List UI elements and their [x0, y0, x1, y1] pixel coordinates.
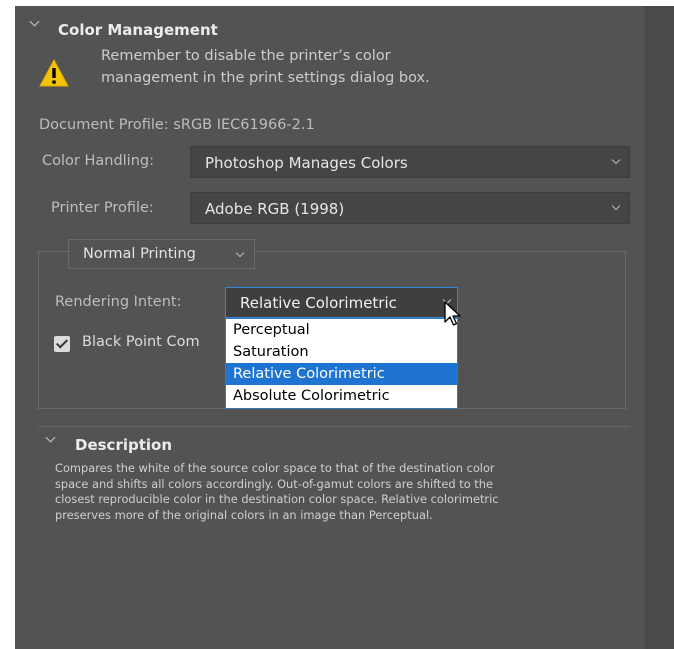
dropdown-option-saturation[interactable]: Saturation	[226, 341, 457, 363]
dropdown-option-absolute-colorimetric[interactable]: Absolute Colorimetric	[226, 385, 457, 407]
color-handling-label: Color Handling:	[42, 153, 154, 169]
rendering-intent-dropdown: Perceptual Saturation Relative Colorimet…	[225, 318, 458, 409]
description-text: Compares the white of the source color s…	[55, 461, 615, 523]
description-line: closest reproducible color in the destin…	[55, 492, 499, 506]
warning-icon	[39, 58, 69, 87]
black-point-label: Black Point Com	[82, 334, 200, 350]
dropdown-option-relative-colorimetric[interactable]: Relative Colorimetric	[226, 363, 457, 385]
section-divider	[38, 426, 630, 427]
chevron-down-icon	[611, 201, 621, 211]
checkmark-icon	[55, 336, 69, 349]
printing-mode-value: Normal Printing	[83, 246, 196, 262]
chevron-down-icon	[611, 155, 621, 165]
rendering-intent-label: Rendering Intent:	[55, 294, 182, 310]
description-line: preserves more of the original colors in…	[55, 507, 433, 522]
color-management-title: Color Management	[58, 21, 218, 39]
printer-profile-select[interactable]: Adobe RGB (1998)	[190, 192, 630, 224]
rendering-intent-value: Relative Colorimetric	[240, 294, 397, 312]
black-point-checkbox[interactable]	[54, 336, 70, 352]
description-line: space and shifts all colors accordingly.…	[55, 476, 493, 491]
warning-text-line2: management in the print settings dialog …	[101, 70, 430, 86]
printer-profile-value: Adobe RGB (1998)	[205, 200, 345, 218]
description-title: Description	[75, 436, 173, 454]
color-handling-select[interactable]: Photoshop Manages Colors	[190, 146, 630, 178]
color-handling-value: Photoshop Manages Colors	[205, 154, 408, 172]
chevron-down-icon	[235, 248, 245, 258]
warning-text-line1: Remember to disable the printer’s color	[101, 48, 391, 64]
document-profile-text: Document Profile: sRGB IEC61966-2.1	[39, 117, 315, 133]
mouse-cursor-icon	[444, 301, 461, 326]
panel-scroll-area	[645, 6, 674, 649]
description-line: Compares the white of the source color s…	[55, 461, 495, 475]
printing-mode-select[interactable]: Normal Printing	[68, 239, 255, 269]
rendering-intent-select[interactable]: Relative Colorimetric	[225, 287, 458, 318]
printer-profile-label: Printer Profile:	[51, 200, 154, 216]
dropdown-option-perceptual[interactable]: Perceptual	[226, 319, 457, 341]
